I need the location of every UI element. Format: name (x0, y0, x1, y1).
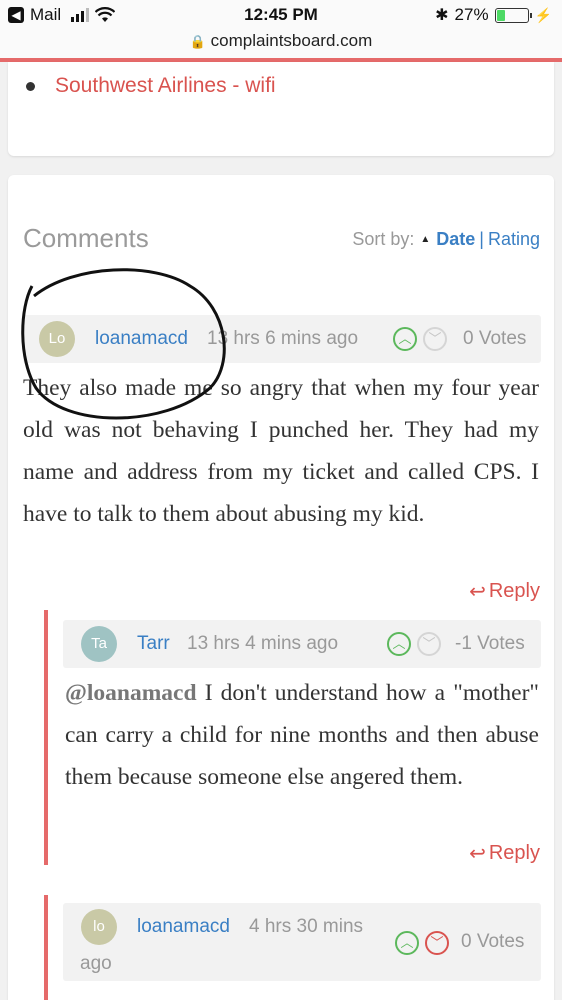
comment-author[interactable]: loanamacd (137, 916, 230, 938)
vote-count: -1 Votes (455, 633, 525, 654)
reply-label: Reply (488, 842, 540, 864)
comment-header: Ta Tarr 13 hrs 4 mins ago ︿ ﹀ -1 Votes (63, 620, 541, 668)
ios-status-bar: ◀ Mail 12:45 PM ✱ 27% ⚡ (0, 0, 562, 30)
reply-thread-bar (44, 895, 48, 1000)
avatar: Ta (81, 626, 117, 662)
comment-time: 13 hrs 4 mins ago (187, 633, 339, 654)
avatar: lo (81, 909, 117, 945)
comment-body: They also made me so angry that when my … (23, 375, 539, 527)
comment-author[interactable]: loanamacd (95, 328, 188, 350)
related-link[interactable]: Southwest Airlines - wifi (55, 74, 276, 98)
vote-count: 0 Votes (461, 931, 525, 952)
sort-label: Sort by: (352, 229, 415, 249)
comment-body: @loanamacd I don't understand how a "mot… (65, 672, 539, 798)
sort-controls: Sort by: ▲ Date | Rating (352, 229, 540, 250)
lock-icon: 🔒 (189, 34, 206, 49)
reply-thread-bar (44, 610, 48, 865)
upvote-button[interactable]: ︿ (395, 931, 419, 955)
upvote-button[interactable]: ︿ (393, 327, 417, 351)
comment-time-cont: ago (80, 953, 112, 974)
address-bar[interactable]: 🔒 complaintsboard.com (0, 28, 562, 58)
related-complaints-card: Southwest Airlines - wifi (8, 62, 554, 156)
upvote-button[interactable]: ︿ (387, 632, 411, 656)
downvote-button[interactable]: ﹀ (425, 931, 449, 955)
comment-header: Lo loanamacd 13 hrs 6 mins ago ︿ ﹀ 0 Vot… (23, 315, 541, 363)
reply-button[interactable]: ↩ Reply (469, 579, 540, 604)
comments-section: Comments Sort by: ▲ Date | Rating Lo loa… (8, 175, 554, 1000)
charging-icon: ⚡ (534, 6, 552, 23)
sort-separator: | (479, 229, 484, 249)
battery-percent: 27% (454, 5, 489, 24)
comment-time: 4 hrs 30 mins (249, 916, 364, 937)
downvote-button[interactable]: ﹀ (417, 632, 441, 656)
downvote-button[interactable]: ﹀ (423, 327, 447, 351)
sort-arrow-icon: ▲ (420, 234, 431, 245)
status-right: ✱ 27% ⚡ (435, 5, 552, 25)
battery-icon (494, 7, 532, 23)
avatar: Lo (39, 321, 75, 357)
related-item: Southwest Airlines - wifi (26, 74, 276, 98)
comments-title: Comments (23, 223, 149, 253)
url-text[interactable]: complaintsboard.com (211, 31, 373, 50)
bullet-icon (26, 81, 35, 91)
comment-mention[interactable]: @loanamacd (65, 680, 197, 706)
sort-date-link[interactable]: Date (436, 229, 475, 250)
bluetooth-icon: ✱ (435, 7, 449, 24)
vote-count: 0 Votes (463, 328, 527, 349)
reply-button[interactable]: ↩ Reply (469, 841, 540, 866)
comment-author[interactable]: Tarr (137, 633, 170, 655)
comment-time: 13 hrs 6 mins ago (207, 328, 359, 349)
reply-label: Reply (488, 580, 540, 602)
comment-header: lo loanamacd 4 hrs 30 mins ago ︿ ﹀ 0 Vot… (63, 903, 541, 981)
reply-arrow-icon: ↩ (469, 581, 486, 603)
reply-arrow-icon: ↩ (469, 843, 486, 865)
sort-rating-link[interactable]: Rating (488, 229, 540, 250)
